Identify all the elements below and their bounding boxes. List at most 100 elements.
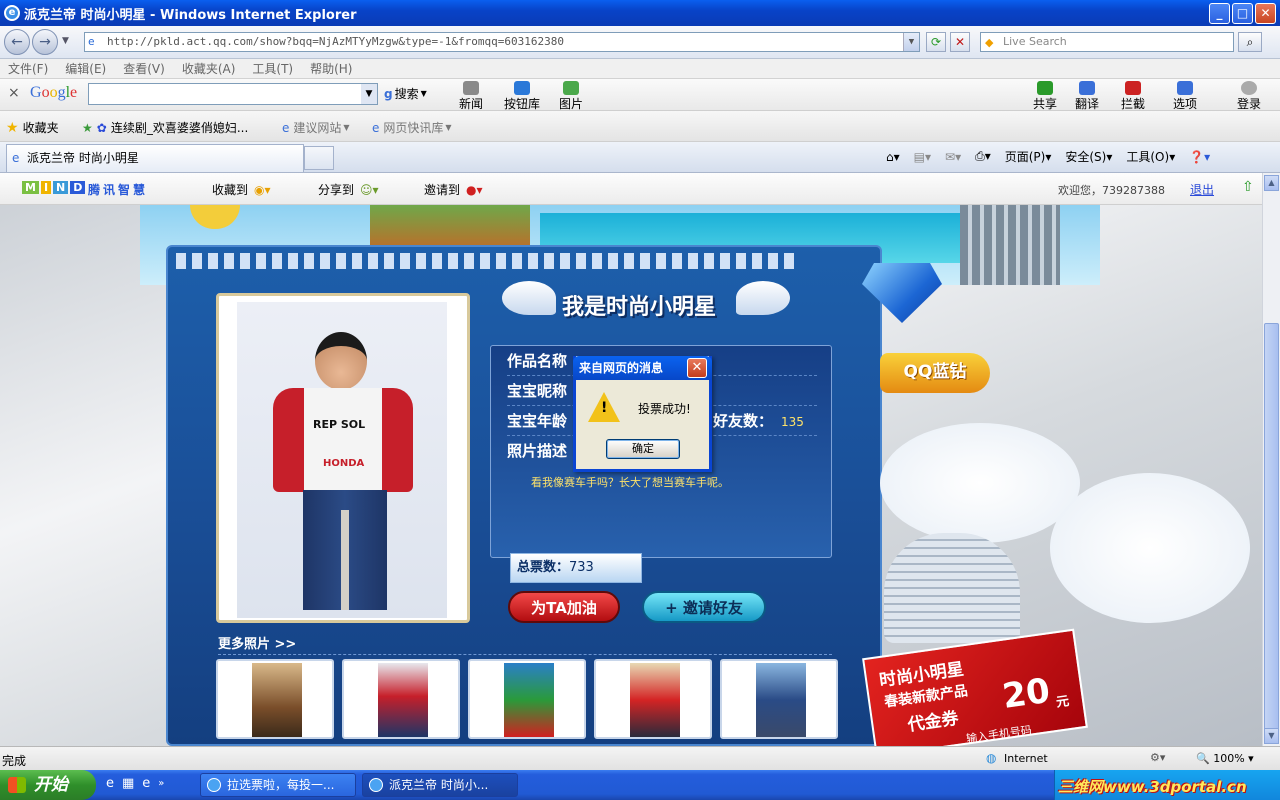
invite-to-button[interactable]: 邀请到 ●▾ (424, 181, 483, 198)
thumbnail-photo[interactable] (216, 659, 334, 739)
maximize-button[interactable]: □ (1232, 3, 1253, 24)
menu-help[interactable]: 帮助(H) (310, 60, 352, 77)
quick-launch: e ▦ e » (106, 776, 164, 791)
history-dropdown-icon[interactable]: ▼ (62, 36, 69, 46)
pin-icon[interactable]: ⇧ (1242, 179, 1254, 195)
wrench-icon (1177, 81, 1193, 95)
dialog-ok-button[interactable]: 确定 (606, 439, 680, 459)
cloud-image (1050, 473, 1250, 623)
options-label: 选项 (1172, 97, 1197, 111)
tab-active[interactable]: e 派克兰帝 时尚小明星 (6, 144, 304, 172)
print-icon[interactable]: ⎙▾ (975, 149, 991, 164)
qq-diamond-badge[interactable]: QQ蓝钻 (880, 353, 990, 393)
share-to-button[interactable]: 分享到 ☺▾ (318, 181, 379, 198)
page-menu[interactable]: 页面(P)▾ (1005, 148, 1052, 165)
live-search-input[interactable]: ◆ Live Search (980, 32, 1234, 52)
google-g-icon: g (384, 86, 393, 101)
images-label: 图片 (558, 97, 583, 111)
minimize-button[interactable]: _ (1209, 3, 1230, 24)
url-field[interactable]: e http://pkld.act.qq.com/show?bqq=NjAzMTY… (84, 32, 920, 52)
menu-favorites[interactable]: 收藏夹(A) (182, 60, 236, 77)
taskbar-item-active[interactable]: 派克兰帝 时尚小... (362, 773, 518, 797)
invite-friends-button[interactable]: + 邀请好友 (642, 591, 766, 623)
alert-dialog: 来自网页的消息 ✕ ! 投票成功! 确定 (573, 356, 712, 472)
cheer-button[interactable]: 为TA加油 (508, 591, 620, 623)
ie2-quicklaunch-icon[interactable]: e (142, 776, 150, 791)
thumbnail-photo[interactable] (468, 659, 586, 739)
tab-title: 派克兰帝 时尚小明星 (27, 151, 139, 165)
address-bar: ← → ▼ e http://pkld.act.qq.com/show?bqq=N… (0, 26, 1280, 59)
watermark-logo: 三维网www.3dportal.cn (1058, 778, 1247, 796)
desktop-icon[interactable]: ▦ (122, 776, 134, 791)
close-window-button[interactable]: ✕ (1255, 3, 1276, 24)
menu-tools[interactable]: 工具(T) (252, 60, 293, 77)
thumbnail-photo[interactable] (594, 659, 712, 739)
feeds-icon[interactable]: ▤▾ (914, 150, 931, 164)
welcome-text: 欢迎您，739287388 (1058, 184, 1165, 197)
translate-button[interactable]: 翻译 (1072, 81, 1102, 111)
star-icon: ★ (6, 119, 19, 136)
new-tab-button[interactable] (304, 146, 334, 170)
block-button[interactable]: 拦截 (1118, 81, 1148, 111)
windows-taskbar: 开始 e ▦ e » 拉选票啦，每投一... 派克兰帝 时尚小... 三维网ww… (0, 770, 1280, 800)
fav-item-suggested[interactable]: e 建议网站 ▼ (282, 119, 350, 136)
google-search-button[interactable]: g 搜索 ▼ (384, 85, 427, 102)
protected-mode-icon[interactable]: ⚙▾ (1150, 751, 1165, 764)
scrollbar-thumb[interactable] (1264, 323, 1279, 743)
close-toolbar-icon[interactable]: × (8, 85, 20, 101)
news-label: 新闻 (458, 97, 483, 111)
google-search-input[interactable]: ▼ (88, 83, 378, 105)
live-search-icon: ◆ (985, 36, 994, 49)
login-button[interactable]: 登录 (1234, 81, 1264, 111)
refresh-button[interactable]: ⟳ (926, 32, 946, 52)
qq-penguin-icon: ●▾ (466, 182, 483, 197)
search-go-button[interactable]: ⌕ (1238, 32, 1262, 52)
help-icon[interactable]: ❓▾ (1189, 150, 1210, 164)
share-button[interactable]: 共享 (1030, 81, 1060, 111)
mail-icon[interactable]: ✉▾ (945, 150, 961, 164)
images-button[interactable]: 图片 (556, 81, 586, 111)
more-quicklaunch-icon[interactable]: » (158, 778, 164, 789)
taskbar-item-vote[interactable]: 拉选票啦，每投一... (200, 773, 356, 797)
photo-description: 看我像赛车手吗？长大了想当赛车手呢。 (531, 476, 729, 489)
url-dropdown-icon[interactable]: ▼ (903, 33, 919, 51)
scroll-up-icon[interactable]: ▲ (1264, 175, 1279, 191)
tools-menu[interactable]: 工具(O)▾ (1126, 148, 1175, 165)
ie-quicklaunch-icon[interactable]: e (106, 776, 114, 791)
safety-menu[interactable]: 安全(S)▾ (1065, 148, 1112, 165)
thumbnail-photo[interactable] (342, 659, 460, 739)
collect-button[interactable]: 收藏到 ◉▾ (212, 181, 271, 198)
dialog-title: 来自网页的消息 (579, 361, 664, 375)
dialog-close-button[interactable]: ✕ (687, 358, 707, 378)
options-button[interactable]: 选项 (1170, 81, 1200, 111)
menu-file[interactable]: 文件(F) (8, 60, 48, 77)
thumbnail-photo[interactable] (720, 659, 838, 739)
start-button[interactable]: 开始 (0, 770, 96, 800)
mind-logo: MIND (22, 181, 86, 194)
vertical-scrollbar[interactable]: ▲ ▼ (1262, 173, 1280, 746)
news-button[interactable]: 新闻 (456, 81, 486, 111)
fav-item-webslice[interactable]: e 网页快讯库 ▼ (372, 119, 452, 136)
google-search-dropdown-icon[interactable]: ▼ (361, 84, 377, 104)
forward-button[interactable]: → (32, 29, 58, 55)
fav-item-drama-label: 连续剧_欢喜婆婆俏媳妇... (110, 121, 249, 135)
command-bar: ⌂▾ ▤▾ ✉▾ ⎙▾ 页面(P)▾ 安全(S)▾ 工具(O)▾ ❓▾ (886, 148, 1210, 165)
menu-edit[interactable]: 编辑(E) (65, 60, 106, 77)
page-icon: e (88, 35, 95, 48)
promo-coupon-banner[interactable]: 时尚小明星 春装新款产品 代金券 20 元 输入手机号码 (862, 628, 1088, 746)
zoom-level[interactable]: 🔍 100% ▾ (1196, 752, 1254, 765)
favorites-button[interactable]: ★ 收藏夹 (6, 119, 59, 136)
home-icon[interactable]: ⌂▾ (886, 150, 900, 164)
fav-item-drama[interactable]: ★ ✿ 连续剧_欢喜婆婆俏媳妇... (82, 119, 248, 136)
film-strip-decoration (176, 253, 796, 269)
menu-view[interactable]: 查看(V) (123, 60, 165, 77)
main-photo-frame[interactable]: REP SOL HONDA (216, 293, 470, 623)
more-photos-link[interactable]: 更多照片 >> (218, 633, 832, 655)
back-button[interactable]: ← (4, 29, 30, 55)
windows-flag-icon (8, 777, 26, 793)
scroll-down-icon[interactable]: ▼ (1264, 728, 1279, 744)
main-photo: REP SOL HONDA (237, 302, 447, 618)
logout-link[interactable]: 退出 (1190, 181, 1214, 198)
buttons-lib-button[interactable]: 按钮库 (502, 81, 542, 111)
stop-button[interactable]: ✕ (950, 32, 970, 52)
